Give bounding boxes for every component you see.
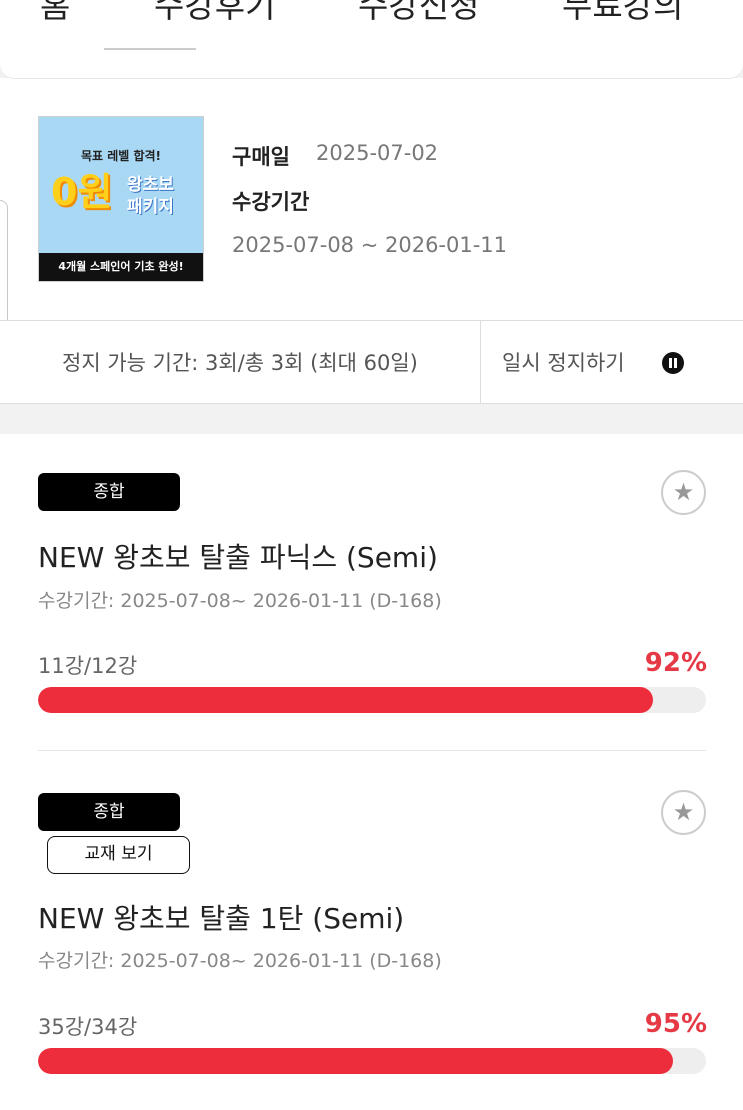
star-icon: ★ bbox=[672, 478, 695, 506]
course-progress-percent: 92% bbox=[644, 648, 707, 678]
pause-availability: 정지 가능 기간: 3회/총 3회 (최대 60일) bbox=[62, 351, 418, 375]
tab-free-lectures[interactable]: 무료강의 bbox=[562, 0, 683, 26]
section-divider-mid bbox=[0, 404, 743, 434]
course-title[interactable]: NEW 왕초보 탈출 파닉스 (Semi) bbox=[38, 536, 438, 576]
pause-row: 정지 가능 기간: 3회/총 3회 (최대 60일) 일시 정지하기 bbox=[0, 320, 743, 404]
pause-button-label: 일시 정지하기 bbox=[502, 351, 625, 375]
course-title[interactable]: NEW 왕초보 탈출 1탄 (Semi) bbox=[38, 897, 404, 937]
course-lesson-count: 11강/12강 bbox=[38, 654, 138, 678]
top-nav: 홈 수강후기 수강신청 무료강의 bbox=[0, 0, 743, 50]
course-lesson-count: 35강/34강 bbox=[38, 1015, 138, 1039]
pause-divider bbox=[480, 321, 481, 403]
course-period: 수강기간: 2025-07-08~ 2026-01-11 (D-168) bbox=[38, 950, 442, 972]
period-value: 2025-07-08 ~ 2026-01-11 bbox=[232, 233, 508, 257]
course-period: 수강기간: 2025-07-08~ 2026-01-11 (D-168) bbox=[38, 590, 442, 612]
thumbnail-headline: 목표 레벨 합격! bbox=[80, 149, 162, 163]
course-progress-fill bbox=[38, 1048, 673, 1074]
period-label: 수강기간 bbox=[232, 190, 310, 214]
thumbnail-price: 0원 bbox=[51, 170, 113, 214]
tab-reviews[interactable]: 수강후기 bbox=[154, 0, 275, 26]
star-icon: ★ bbox=[672, 798, 695, 826]
course-category-badge: 종합 bbox=[38, 793, 180, 831]
purchase-date-label: 구매일 bbox=[232, 145, 290, 169]
pause-button[interactable]: 일시 정지하기 bbox=[482, 321, 743, 403]
favorite-star-button[interactable]: ★ bbox=[661, 470, 706, 515]
tab-enroll[interactable]: 수강신청 bbox=[358, 0, 479, 26]
course-category-badge: 종합 bbox=[38, 473, 180, 511]
view-textbook-button[interactable]: 교재 보기 bbox=[47, 836, 190, 874]
course-progress-percent: 95% bbox=[644, 1009, 707, 1039]
thumbnail-title-line1: 왕초보 bbox=[127, 175, 174, 195]
favorite-star-button[interactable]: ★ bbox=[661, 790, 706, 835]
pause-icon bbox=[662, 352, 684, 374]
thumbnail-title-line2: 패키지 bbox=[127, 197, 174, 217]
course-progress-fill bbox=[38, 687, 653, 713]
course-separator bbox=[38, 750, 706, 751]
package-thumbnail: 목표 레벨 합격! 0원 왕초보 패키지 4개월 스페인어 기초 완성! bbox=[38, 116, 204, 282]
course-progress-bar bbox=[38, 687, 706, 713]
section-divider-top bbox=[0, 50, 743, 78]
purchase-date-value: 2025-07-02 bbox=[316, 141, 439, 165]
thumbnail-caption: 4개월 스페인어 기초 완성! bbox=[39, 253, 203, 281]
tab-home[interactable]: 홈 bbox=[40, 0, 70, 26]
course-progress-bar bbox=[38, 1048, 706, 1074]
